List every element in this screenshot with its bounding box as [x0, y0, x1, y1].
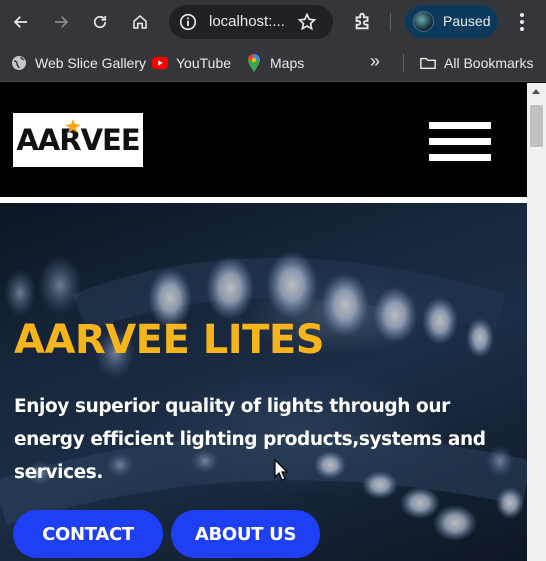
hero-section: AARVEE LITES Enjoy superior quality of l…: [0, 203, 527, 561]
bookmark-label: YouTube: [176, 55, 232, 71]
forward-arrow-icon[interactable]: [49, 10, 73, 34]
browser-toolbar: localhost:... Paused: [0, 0, 546, 44]
overflow-chevron-icon: »: [370, 50, 381, 71]
toolbar-divider: [390, 13, 391, 31]
home-icon[interactable]: [128, 10, 152, 34]
kebab-menu-icon[interactable]: [512, 11, 532, 33]
page-viewport: AARVEE AARVEE LITES Enjoy superior quali…: [0, 83, 546, 561]
url-text[interactable]: localhost:...: [209, 13, 285, 30]
bookmark-youtube[interactable]: YouTube: [152, 54, 231, 72]
bookmarks-divider: [403, 54, 404, 72]
hero-title: AARVEE LITES: [14, 317, 325, 363]
bookmarks-bar: Web Slice Gallery YouTube Maps » All Boo…: [0, 44, 546, 82]
extensions-puzzle-icon[interactable]: [352, 10, 374, 32]
hero-dim-overlay: [0, 203, 527, 561]
mouse-cursor-icon: [274, 459, 288, 481]
reload-icon[interactable]: [88, 10, 112, 34]
avatar: [413, 11, 434, 32]
bookmark-web-slice-gallery[interactable]: Web Slice Gallery: [11, 54, 146, 72]
bookmarks-overflow-button[interactable]: »: [370, 50, 381, 71]
bookmark-star-icon[interactable]: [297, 12, 317, 32]
page-scrollbar[interactable]: [527, 83, 546, 561]
about-us-button[interactable]: ABOUT US: [171, 510, 320, 558]
contact-button[interactable]: CONTACT: [13, 510, 163, 558]
maps-pin-icon: [246, 54, 262, 72]
profile-status-label: Paused: [443, 13, 491, 29]
scroll-up-arrow-icon[interactable]: [532, 89, 540, 94]
bookmark-label: Maps: [270, 55, 305, 71]
youtube-icon: [152, 55, 168, 71]
bookmark-maps[interactable]: Maps: [246, 54, 304, 72]
back-arrow-icon[interactable]: [9, 10, 33, 34]
scroll-thumb[interactable]: [530, 105, 543, 147]
site-header: AARVEE: [0, 83, 527, 197]
hamburger-menu-icon[interactable]: [429, 122, 491, 162]
profile-button[interactable]: Paused: [405, 5, 498, 38]
logo-spark-icon: [65, 119, 81, 133]
bookmark-label: Web Slice Gallery: [35, 55, 147, 71]
site-info-icon[interactable]: [177, 11, 199, 33]
address-bar[interactable]: localhost:...: [169, 5, 333, 39]
all-bookmarks-label: All Bookmarks: [444, 55, 534, 71]
site-logo[interactable]: AARVEE: [13, 113, 143, 167]
all-bookmarks-button[interactable]: All Bookmarks: [420, 54, 533, 72]
hero-subtitle: Enjoy superior quality of lights through…: [14, 396, 486, 483]
folder-icon: [420, 55, 436, 71]
globe-icon: [11, 55, 27, 71]
